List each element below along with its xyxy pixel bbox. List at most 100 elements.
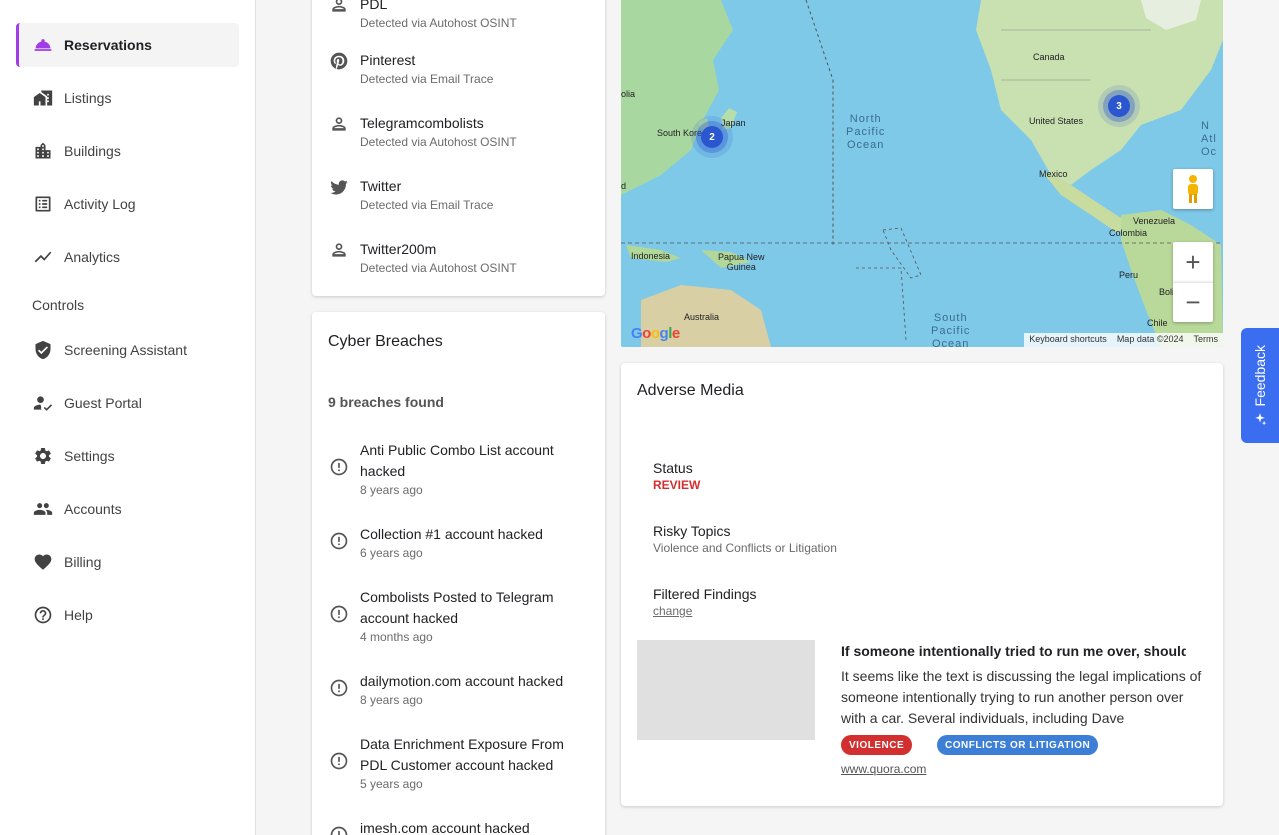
pinterest-icon: [328, 50, 350, 72]
list-item[interactable]: Anti Public Combo List account hacked 8 y…: [328, 440, 598, 498]
zoom-out-button[interactable]: −: [1173, 282, 1213, 322]
alert-circle-icon: [328, 456, 350, 478]
profile-name: Twitter: [360, 178, 402, 194]
article-source-link[interactable]: www.quora.com: [841, 762, 926, 776]
alert-circle-icon: [328, 824, 350, 835]
list-item[interactable]: Pinterest Detected via Email Trace: [328, 50, 598, 87]
cyber-breaches-card: Cyber Breaches 9 breaches found Anti Pub…: [312, 312, 605, 835]
status-label: Status: [653, 460, 693, 476]
terms-link[interactable]: Terms: [1189, 333, 1224, 347]
breach-title: Data Enrichment Exposure From PDL Custom…: [360, 736, 564, 773]
ocean-label-north-pacific: North Pacific Ocean: [846, 113, 886, 151]
google-logo: Google: [631, 325, 680, 342]
adverse-media-card: Adverse Media Status REVIEW Risky Topics…: [621, 363, 1223, 806]
person-icon: [328, 0, 350, 16]
breach-time: 4 months ago: [360, 630, 433, 644]
list-item[interactable]: PDL Detected via Autohost OSINT: [328, 0, 598, 31]
card-title: Cyber Breaches: [328, 333, 443, 350]
feedback-button[interactable]: Feedback: [1241, 328, 1279, 443]
profile-source: Detected via Email Trace: [360, 198, 494, 212]
list-item[interactable]: Data Enrichment Exposure From PDL Custom…: [328, 734, 598, 792]
profile-name: Twitter200m: [360, 241, 437, 257]
sidebar-item-label: Listings: [64, 90, 112, 106]
sidebar-item-label: Settings: [64, 448, 115, 464]
feedback-label: Feedback: [1252, 344, 1268, 407]
map-view[interactable]: Canada United States Mexico Japan South …: [621, 0, 1223, 347]
breach-title: imesh.com account hacked: [360, 820, 530, 835]
map-label-chile: Chile: [1147, 318, 1168, 328]
change-filter-link[interactable]: change: [653, 604, 692, 618]
filtered-findings-label: Filtered Findings: [653, 586, 757, 602]
sidebar-item-label: Activity Log: [64, 196, 136, 212]
zoom-in-button[interactable]: +: [1173, 242, 1213, 282]
alert-circle-icon: [328, 530, 350, 552]
sidebar-item-label: Guest Portal: [64, 395, 142, 411]
list-item[interactable]: Combolists Posted to Telegram account ha…: [328, 587, 598, 645]
map-label-united-states: United States: [1029, 116, 1084, 126]
sidebar-item-buildings[interactable]: Buildings: [16, 129, 239, 173]
map-label-venezuela: Venezuela: [1133, 216, 1176, 226]
article-thumbnail: [637, 640, 815, 740]
map-label-mexico: Mexico: [1039, 169, 1068, 179]
controls-heading: Controls: [32, 297, 85, 313]
pegman-icon: [1188, 175, 1198, 203]
sidebar-item-analytics[interactable]: Analytics: [16, 235, 239, 279]
sidebar-item-guest-portal[interactable]: Guest Portal: [16, 381, 239, 425]
sidebar-item-label: Help: [64, 607, 93, 623]
profile-name: Telegramcombolists: [360, 115, 484, 131]
list-item[interactable]: imesh.com account hacked: [328, 818, 598, 835]
ocean-label-north-atlantic: N Atl Oc: [1201, 120, 1218, 158]
sidebar-item-help[interactable]: Help: [16, 593, 239, 637]
card-title: Adverse Media: [637, 382, 744, 399]
map-cluster-marker[interactable]: 2: [701, 126, 723, 148]
sidebar: Reservations Listings Buildings Activity…: [0, 0, 256, 835]
sidebar-item-listings[interactable]: Listings: [16, 76, 239, 120]
list-item[interactable]: Collection #1 account hacked 6 years ago: [328, 524, 598, 561]
person-icon: [328, 113, 350, 135]
list-item[interactable]: Twitter Detected via Email Trace: [328, 176, 598, 213]
map-footer: Keyboard shortcuts Map data ©2024 Terms: [1024, 333, 1223, 347]
map-land: [621, 0, 1223, 347]
tag-violence: VIOLENCE: [841, 735, 913, 755]
risky-topics-label: Risky Topics: [653, 523, 731, 539]
sidebar-item-reservations[interactable]: Reservations: [16, 23, 239, 67]
breach-time: 5 years ago: [360, 777, 423, 791]
breach-title: Anti Public Combo List account hacked: [360, 442, 554, 479]
sidebar-item-billing[interactable]: Billing: [16, 540, 239, 584]
sidebar-item-screening-assistant[interactable]: Screening Assistant: [16, 328, 239, 372]
breach-count: 9 breaches found: [328, 394, 444, 410]
map-cluster-marker[interactable]: 3: [1108, 95, 1130, 117]
profile-source: Detected via Email Trace: [360, 72, 494, 86]
sidebar-item-settings[interactable]: Settings: [16, 434, 239, 478]
keyboard-shortcuts-link[interactable]: Keyboard shortcuts: [1024, 333, 1112, 347]
person-check-icon: [32, 392, 54, 414]
ocean-label-south-pacific: South Pacific Ocean: [931, 312, 971, 347]
map-label-australia: Australia: [684, 312, 720, 322]
heart-icon: [32, 551, 54, 573]
list-item[interactable]: dailymotion.com account hacked 8 years ag…: [328, 671, 598, 708]
breach-time: 8 years ago: [360, 693, 423, 707]
people-icon: [32, 498, 54, 520]
map-label-colombia: Colombia: [1109, 228, 1148, 238]
breach-title: Combolists Posted to Telegram account ha…: [360, 589, 554, 626]
reservation-bell-icon: [32, 34, 54, 56]
sidebar-item-label: Reservations: [64, 37, 152, 53]
breach-title: Collection #1 account hacked: [360, 526, 543, 542]
article-title[interactable]: If someone intentionally tried to run me…: [841, 643, 1186, 659]
sidebar-item-label: Accounts: [64, 501, 122, 517]
sidebar-item-accounts[interactable]: Accounts: [16, 487, 239, 531]
street-view-pegman-button[interactable]: [1173, 169, 1213, 209]
map-label-japan: Japan: [721, 118, 746, 128]
list-item[interactable]: Telegramcombolists Detected via Autohost …: [328, 113, 598, 150]
sidebar-item-label: Analytics: [64, 249, 121, 265]
list-icon: [32, 193, 54, 215]
sidebar-item-activity-log[interactable]: Activity Log: [16, 182, 239, 226]
list-item[interactable]: Twitter200m Detected via Autohost OSINT: [328, 239, 598, 276]
profile-name: Pinterest: [360, 52, 416, 68]
sidebar-item-label: Screening Assistant: [64, 342, 187, 358]
gear-icon: [32, 445, 54, 467]
profile-source: Detected via Autohost OSINT: [360, 16, 517, 30]
social-profiles-card: PDL Detected via Autohost OSINT Pinterest…: [312, 0, 605, 296]
sidebar-item-label: Billing: [64, 554, 102, 570]
risky-topics-value: Violence and Conflicts or Litigation: [653, 541, 837, 555]
